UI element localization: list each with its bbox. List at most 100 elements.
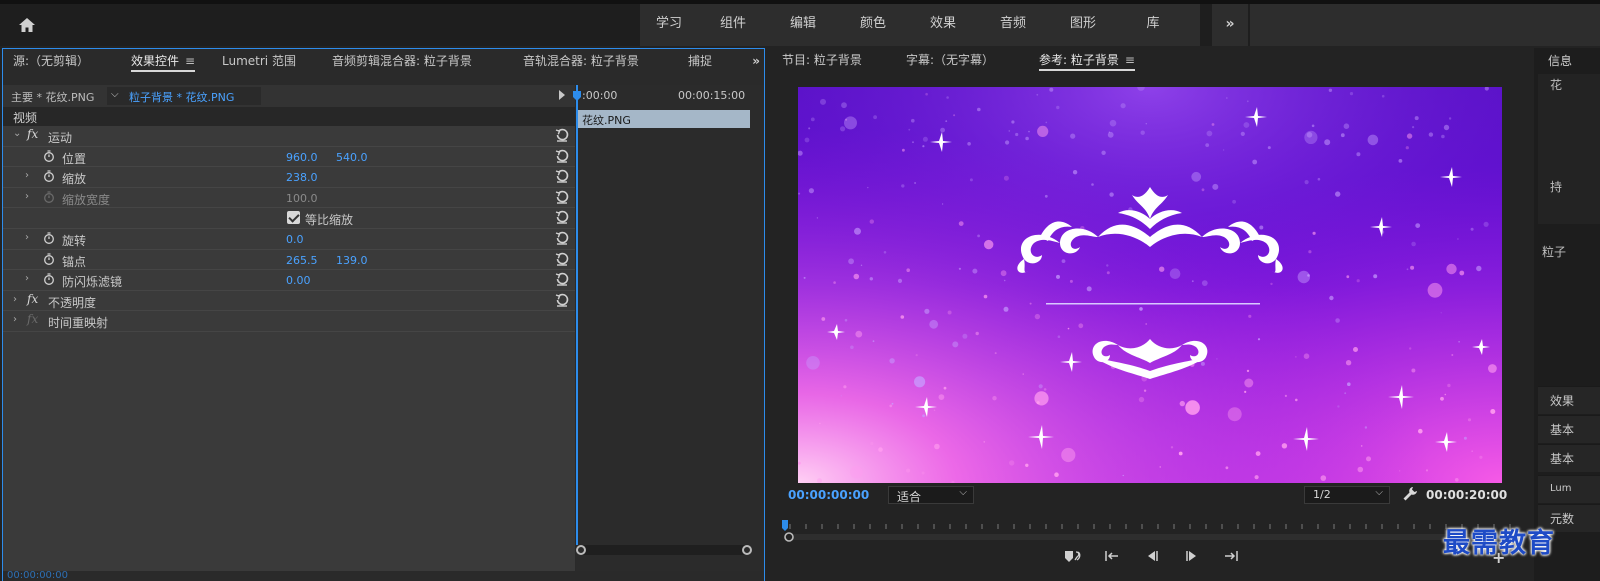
panel-menu-icon[interactable]: ≡ [185,54,195,68]
reset-icon[interactable] [555,252,569,266]
tab-source[interactable]: 源:（无剪辑） [13,49,89,75]
tab-info[interactable]: 信息 [1548,52,1572,69]
playhead-timecode[interactable]: 00:00:00:00 [788,488,869,502]
workspace-more-button[interactable]: » [1212,4,1248,46]
playback-resolution-dropdown[interactable]: 1/2 ⌵ [1304,486,1390,504]
timeline-start-tc: :00:00 [582,89,618,102]
workspace-graphics[interactable]: 图形 [1048,4,1118,46]
tab-capture[interactable]: 捕捉 [688,49,712,75]
time-remap-label: 时间重映射 [48,316,109,331]
scroll-handle-left[interactable] [576,545,586,555]
panel-menu-icon[interactable]: ≡ [1125,53,1135,67]
chevron-right-icon[interactable]: › [25,170,29,181]
position-x-value[interactable]: 960.0 [286,151,318,164]
tab-program[interactable]: 节目: 粒子背景 [782,48,862,74]
position-y-value[interactable]: 540.0 [336,151,368,164]
panel-essential-2[interactable]: 基本 [1538,444,1600,472]
reset-icon[interactable] [555,293,569,307]
anchor-point-row: 锚点 265.5 139.0 [3,250,575,271]
reset-icon[interactable] [555,149,569,163]
tab-audio-track-mixer[interactable]: 音轨混合器: 粒子背景 [523,49,639,75]
add-marker-icon [1064,551,1081,562]
transport-controls [1062,548,1242,568]
show-timeline-toggle-icon[interactable] [559,90,565,100]
opacity-effect-row[interactable]: › fx 不透明度 [3,291,575,312]
home-icon [19,18,35,32]
timeline-end-tc: 00:00:15:00 [678,89,746,102]
reset-icon[interactable] [555,190,569,204]
anti-flicker-value[interactable]: 0.00 [286,274,311,287]
chevron-right-icon[interactable]: › [13,294,17,305]
tab-captions[interactable]: 字幕:（无字幕） [906,48,994,74]
watermark-text: 最需教育 [1443,528,1555,559]
timeline-ruler[interactable]: :00:00 00:00:15:00 [576,85,764,107]
step-forward-button[interactable] [1181,548,1203,564]
uniform-scale-checkbox[interactable] [287,211,300,225]
go-to-in-button[interactable] [1102,548,1124,564]
stopwatch-icon[interactable] [43,149,55,162]
anti-flicker-label: 防闪烁滤镜 [62,275,123,290]
reset-icon[interactable] [555,169,569,183]
workspace-audio[interactable]: 音频 [978,4,1048,46]
panel-lumetri[interactable]: Lum [1538,475,1600,503]
footer-timecode[interactable]: 00:00:00:00 [7,570,68,581]
motion-effect-row[interactable]: ⌄ fx 运动 [3,126,575,147]
tab-lumetri-scopes[interactable]: Lumetri 范围 [222,49,296,75]
fx-icon[interactable]: fx [27,292,38,306]
chevron-right-icon[interactable]: › [25,232,29,243]
master-clip-label[interactable]: 主要 * 花纹.PNG [11,89,94,105]
tab-reference[interactable]: 参考: 粒子背景 ≡ [1039,48,1135,74]
workspace-assembly[interactable]: 组件 [698,4,768,46]
stopwatch-icon[interactable] [43,252,55,265]
anchor-y-value[interactable]: 139.0 [336,254,368,267]
scroll-handle-right[interactable] [742,545,752,555]
effect-controls-timeline[interactable]: :00:00 00:00:15:00 花纹.PNG [576,85,764,571]
workspace-libraries[interactable]: 库 [1118,4,1188,46]
insert-marker-button[interactable] [1062,548,1084,564]
reset-icon[interactable] [555,231,569,245]
step-back-button[interactable] [1141,548,1163,564]
reset-icon[interactable] [555,128,569,142]
wrench-icon[interactable] [1402,486,1418,502]
monitor-time-ruler[interactable] [782,516,1526,542]
timeline-zoom-scrollbar[interactable] [576,545,752,555]
chevron-down-icon: ⌵ [111,89,119,100]
scale-value[interactable]: 238.0 [286,171,318,184]
chevron-right-icon[interactable]: › [25,273,29,284]
panel-effects[interactable]: 效果 [1538,386,1600,414]
chevron-right-icon[interactable]: › [25,191,29,202]
workspace-color[interactable]: 颜色 [838,4,908,46]
effect-controls-list: 主要 * 花纹.PNG ⌵ 粒子背景 * 花纹.PNG 视频 ⌄ fx 运动 位… [3,85,575,571]
rotation-label: 旋转 [62,234,87,248]
home-button[interactable] [8,8,46,42]
sequence-clip-dropdown[interactable]: ⌵ 粒子背景 * 花纹.PNG [107,87,261,105]
monitor-controls: 00:00:00:00 适合 ⌵ 1/2 ⌵ 00:00:20:00 [768,484,1530,508]
reset-icon[interactable] [555,272,569,286]
timeline-clip[interactable]: 花纹.PNG [578,110,750,128]
zoom-level-dropdown[interactable]: 适合 ⌵ [888,486,974,504]
tab-effect-controls[interactable]: 效果控件 ≡ [131,49,196,75]
sequence-clip-name: 粒子背景 * 花纹.PNG [129,91,235,104]
stopwatch-icon[interactable] [43,232,55,244]
stopwatch-icon[interactable] [43,170,55,183]
scale-width-label: 缩放宽度 [62,192,111,207]
workspace-editing[interactable]: 编辑 [768,4,838,46]
chevron-down-icon[interactable]: ⌄ [13,128,21,139]
panel-essential-1-label: 基本 [1550,423,1575,437]
left-tabs-more-button[interactable]: » [752,49,760,75]
go-to-out-button[interactable] [1220,548,1242,564]
stopwatch-icon[interactable] [43,273,55,286]
tab-audio-clip-mixer[interactable]: 音频剪辑混合器: 粒子背景 [332,49,472,75]
rotation-value[interactable]: 0.0 [286,233,304,246]
monitor-viewer[interactable] [768,74,1530,524]
workspace-effects[interactable]: 效果 [908,4,978,46]
time-remap-effect-row[interactable]: › fx 时间重映射 [3,311,575,332]
fx-icon[interactable]: fx [27,127,38,141]
playhead[interactable] [576,85,578,545]
panel-essential-1[interactable]: 基本 [1538,415,1600,443]
chevron-right-icon[interactable]: › [13,314,17,325]
reset-icon[interactable] [555,210,569,225]
timeline-clip-name: 花纹.PNG [582,114,631,127]
anchor-x-value[interactable]: 265.5 [286,254,318,267]
workspace-learn[interactable]: 学习 [640,4,698,46]
